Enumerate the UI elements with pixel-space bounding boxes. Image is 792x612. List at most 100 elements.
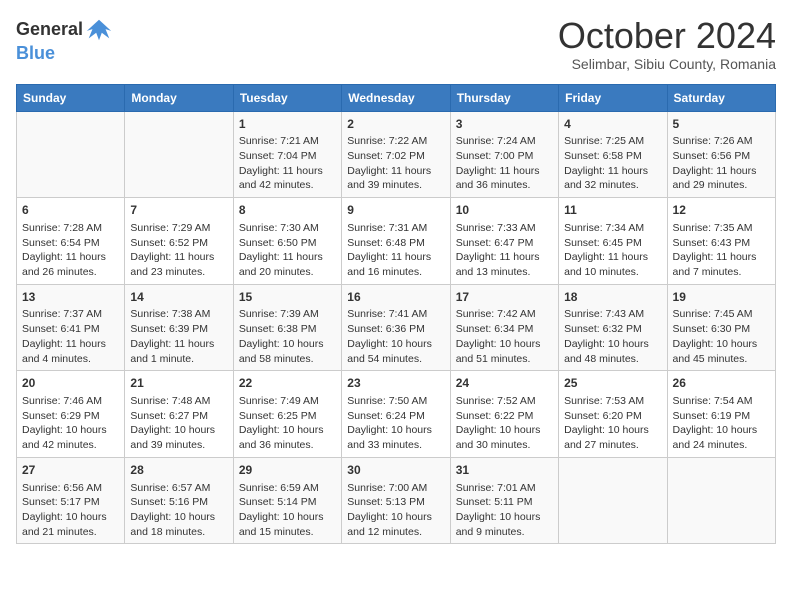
day-info: Daylight: 10 hours and 27 minutes. bbox=[564, 423, 661, 452]
day-number: 26 bbox=[673, 375, 770, 392]
day-number: 14 bbox=[130, 289, 227, 306]
header-day-friday: Friday bbox=[559, 84, 667, 111]
day-number: 28 bbox=[130, 462, 227, 479]
calendar-cell: 12Sunrise: 7:35 AMSunset: 6:43 PMDayligh… bbox=[667, 198, 775, 285]
day-info: Daylight: 10 hours and 36 minutes. bbox=[239, 423, 336, 452]
day-number: 3 bbox=[456, 116, 553, 133]
calendar-cell: 14Sunrise: 7:38 AMSunset: 6:39 PMDayligh… bbox=[125, 284, 233, 371]
logo-general-text: General bbox=[16, 16, 113, 44]
calendar-header: SundayMondayTuesdayWednesdayThursdayFrid… bbox=[17, 84, 776, 111]
day-number: 25 bbox=[564, 375, 661, 392]
day-info: Daylight: 10 hours and 12 minutes. bbox=[347, 510, 444, 539]
day-info: Sunset: 6:45 PM bbox=[564, 236, 661, 251]
calendar-cell: 15Sunrise: 7:39 AMSunset: 6:38 PMDayligh… bbox=[233, 284, 341, 371]
calendar-cell: 4Sunrise: 7:25 AMSunset: 6:58 PMDaylight… bbox=[559, 111, 667, 198]
day-info: Sunrise: 7:38 AM bbox=[130, 307, 227, 322]
calendar-cell: 25Sunrise: 7:53 AMSunset: 6:20 PMDayligh… bbox=[559, 371, 667, 458]
calendar-cell: 20Sunrise: 7:46 AMSunset: 6:29 PMDayligh… bbox=[17, 371, 125, 458]
day-info: Sunset: 5:14 PM bbox=[239, 495, 336, 510]
day-info: Daylight: 10 hours and 24 minutes. bbox=[673, 423, 770, 452]
day-number: 29 bbox=[239, 462, 336, 479]
day-info: Sunrise: 7:31 AM bbox=[347, 221, 444, 236]
week-row-1: 1Sunrise: 7:21 AMSunset: 7:04 PMDaylight… bbox=[17, 111, 776, 198]
day-info: Sunset: 5:11 PM bbox=[456, 495, 553, 510]
day-info: Daylight: 10 hours and 21 minutes. bbox=[22, 510, 119, 539]
day-info: Daylight: 10 hours and 58 minutes. bbox=[239, 337, 336, 366]
calendar-cell: 26Sunrise: 7:54 AMSunset: 6:19 PMDayligh… bbox=[667, 371, 775, 458]
header-day-tuesday: Tuesday bbox=[233, 84, 341, 111]
calendar-cell: 28Sunrise: 6:57 AMSunset: 5:16 PMDayligh… bbox=[125, 457, 233, 544]
header-day-monday: Monday bbox=[125, 84, 233, 111]
page-header: General Blue October 2024 Selimbar, Sibi… bbox=[16, 16, 776, 72]
day-number: 12 bbox=[673, 202, 770, 219]
day-info: Daylight: 10 hours and 51 minutes. bbox=[456, 337, 553, 366]
calendar-cell: 29Sunrise: 6:59 AMSunset: 5:14 PMDayligh… bbox=[233, 457, 341, 544]
calendar-cell: 27Sunrise: 6:56 AMSunset: 5:17 PMDayligh… bbox=[17, 457, 125, 544]
day-info: Sunrise: 7:48 AM bbox=[130, 394, 227, 409]
day-info: Daylight: 11 hours and 39 minutes. bbox=[347, 164, 444, 193]
calendar-cell: 16Sunrise: 7:41 AMSunset: 6:36 PMDayligh… bbox=[342, 284, 450, 371]
day-number: 13 bbox=[22, 289, 119, 306]
day-info: Sunset: 6:52 PM bbox=[130, 236, 227, 251]
day-info: Sunrise: 7:28 AM bbox=[22, 221, 119, 236]
day-info: Daylight: 10 hours and 39 minutes. bbox=[130, 423, 227, 452]
calendar-cell: 3Sunrise: 7:24 AMSunset: 7:00 PMDaylight… bbox=[450, 111, 558, 198]
calendar-cell: 6Sunrise: 7:28 AMSunset: 6:54 PMDaylight… bbox=[17, 198, 125, 285]
day-number: 1 bbox=[239, 116, 336, 133]
day-info: Sunset: 7:04 PM bbox=[239, 149, 336, 164]
day-info: Sunrise: 7:00 AM bbox=[347, 481, 444, 496]
calendar-cell: 2Sunrise: 7:22 AMSunset: 7:02 PMDaylight… bbox=[342, 111, 450, 198]
day-info: Sunset: 6:38 PM bbox=[239, 322, 336, 337]
calendar-cell bbox=[17, 111, 125, 198]
logo-blue-text: Blue bbox=[16, 44, 113, 64]
day-number: 8 bbox=[239, 202, 336, 219]
week-row-3: 13Sunrise: 7:37 AMSunset: 6:41 PMDayligh… bbox=[17, 284, 776, 371]
day-number: 5 bbox=[673, 116, 770, 133]
calendar-cell: 24Sunrise: 7:52 AMSunset: 6:22 PMDayligh… bbox=[450, 371, 558, 458]
day-info: Daylight: 11 hours and 32 minutes. bbox=[564, 164, 661, 193]
calendar-cell bbox=[559, 457, 667, 544]
day-info: Sunset: 6:19 PM bbox=[673, 409, 770, 424]
day-info: Sunset: 7:02 PM bbox=[347, 149, 444, 164]
day-number: 9 bbox=[347, 202, 444, 219]
calendar-cell: 9 Sunrise: 7:31 AMSunset: 6:48 PMDaylight… bbox=[342, 198, 450, 285]
day-info: Sunrise: 7:43 AM bbox=[564, 307, 661, 322]
day-info: Daylight: 10 hours and 54 minutes. bbox=[347, 337, 444, 366]
day-info: Sunset: 5:13 PM bbox=[347, 495, 444, 510]
day-info: Sunset: 6:39 PM bbox=[130, 322, 227, 337]
day-info: Sunrise: 7:49 AM bbox=[239, 394, 336, 409]
day-info: Sunrise: 7:46 AM bbox=[22, 394, 119, 409]
day-info: Daylight: 11 hours and 13 minutes. bbox=[456, 250, 553, 279]
day-number: 27 bbox=[22, 462, 119, 479]
day-info: Daylight: 10 hours and 9 minutes. bbox=[456, 510, 553, 539]
day-info: Sunrise: 7:26 AM bbox=[673, 134, 770, 149]
day-info: Sunrise: 7:25 AM bbox=[564, 134, 661, 149]
calendar-cell: 13Sunrise: 7:37 AMSunset: 6:41 PMDayligh… bbox=[17, 284, 125, 371]
day-info: Sunset: 6:56 PM bbox=[673, 149, 770, 164]
calendar-cell: 17Sunrise: 7:42 AMSunset: 6:34 PMDayligh… bbox=[450, 284, 558, 371]
day-info: Sunset: 6:36 PM bbox=[347, 322, 444, 337]
day-info: Sunset: 6:29 PM bbox=[22, 409, 119, 424]
day-number: 20 bbox=[22, 375, 119, 392]
day-info: Sunrise: 7:39 AM bbox=[239, 307, 336, 322]
day-info: Sunrise: 6:59 AM bbox=[239, 481, 336, 496]
day-info: Sunset: 6:48 PM bbox=[347, 236, 444, 251]
day-info: Daylight: 11 hours and 29 minutes. bbox=[673, 164, 770, 193]
title-block: October 2024 Selimbar, Sibiu County, Rom… bbox=[558, 16, 776, 72]
day-info: Sunrise: 7:29 AM bbox=[130, 221, 227, 236]
day-number: 19 bbox=[673, 289, 770, 306]
header-day-thursday: Thursday bbox=[450, 84, 558, 111]
day-number: 30 bbox=[347, 462, 444, 479]
day-number: 10 bbox=[456, 202, 553, 219]
day-info: Daylight: 11 hours and 16 minutes. bbox=[347, 250, 444, 279]
day-number: 17 bbox=[456, 289, 553, 306]
day-info: Sunrise: 7:24 AM bbox=[456, 134, 553, 149]
day-info: Daylight: 11 hours and 4 minutes. bbox=[22, 337, 119, 366]
day-number: 11 bbox=[564, 202, 661, 219]
day-info: Sunrise: 7:35 AM bbox=[673, 221, 770, 236]
location-subtitle: Selimbar, Sibiu County, Romania bbox=[558, 56, 776, 72]
calendar-cell: 1Sunrise: 7:21 AMSunset: 7:04 PMDaylight… bbox=[233, 111, 341, 198]
day-info: Sunset: 6:41 PM bbox=[22, 322, 119, 337]
calendar-cell bbox=[667, 457, 775, 544]
header-day-saturday: Saturday bbox=[667, 84, 775, 111]
